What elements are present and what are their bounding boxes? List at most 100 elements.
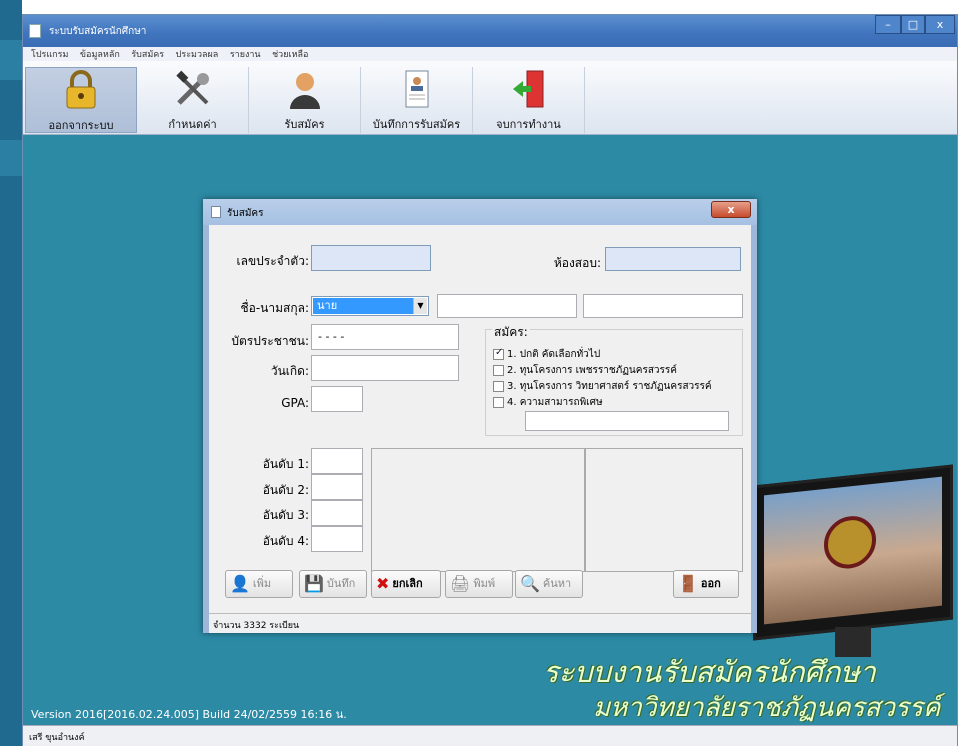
room-field[interactable]	[605, 247, 741, 271]
search-icon: 🔍	[520, 574, 540, 593]
apply-button[interactable]: รับสมัคร	[249, 67, 361, 133]
idcard-label: บัตรประชาชน:	[231, 334, 309, 348]
dialog-title: รับสมัคร	[227, 208, 264, 219]
monitor-illustration	[753, 464, 953, 641]
option-science-scholarship[interactable]: 3. ทุนโครงการ วิทยาศาสตร์ ราชภัฏนครสวรรค…	[493, 379, 712, 394]
status-bar: เสรี ขุนอำนงค์	[23, 725, 957, 746]
exit-app-button[interactable]: จบการทำงาน	[473, 67, 585, 133]
settings-button[interactable]: กำหนดค่า	[137, 67, 249, 133]
rank4-label: อันดับ 4:	[262, 534, 309, 548]
close-window-button[interactable]: x	[925, 15, 955, 34]
option-label: 1. ปกติ คัดเลือกทั่วไป	[507, 349, 601, 360]
record-count: จำนวน 3332 ระเบียน	[213, 621, 300, 631]
id-label: เลขประจำตัว:	[236, 254, 309, 268]
cancel-label: ยกเลิก	[392, 577, 423, 590]
option-regular[interactable]: 1. ปกติ คัดเลือกทั่วไป	[493, 347, 600, 362]
dialog-close-button[interactable]: x	[711, 201, 751, 218]
desktop-icon-strip	[0, 140, 22, 176]
app-window: ระบบรับสมัครนักศึกษา – □ x โปรแกรม ข้อมู…	[22, 14, 958, 746]
menu-help[interactable]: ช่วยเหลือ	[272, 48, 308, 62]
gpa-field[interactable]	[311, 386, 363, 412]
checkbox[interactable]	[493, 380, 504, 392]
search-button[interactable]: 🔍 ค้นหา	[515, 570, 583, 598]
save-button[interactable]: 💾 บันทึก	[299, 570, 367, 598]
exit-dialog-button[interactable]: 🚪 ออก	[673, 570, 739, 598]
add-label: เพิ่ม	[252, 577, 272, 590]
menu-bar: โปรแกรม ข้อมูลหลัก รับสมัคร ประมวลผล ราย…	[23, 47, 957, 61]
special-talent-field[interactable]	[525, 411, 729, 431]
status-user: เสรี ขุนอำนงค์	[29, 733, 85, 743]
exit-label: ออก	[700, 577, 721, 590]
exit-door-icon	[509, 69, 549, 108]
settings-label: กำหนดค่า	[168, 118, 217, 131]
university-emblem	[824, 513, 876, 572]
first-name-field[interactable]	[437, 294, 577, 318]
campus-photo	[764, 476, 942, 625]
menu-program[interactable]: โปรแกรม	[31, 48, 68, 62]
add-button[interactable]: 👤 เพิ่ม	[225, 570, 293, 598]
desktop-left-edge	[0, 0, 22, 746]
rank-names-panel	[371, 448, 585, 572]
printer-icon: 🖨	[450, 574, 471, 593]
dialog-icon	[211, 206, 221, 218]
dialog-status-bar: จำนวน 3332 ระเบียน	[209, 613, 751, 633]
maximize-button[interactable]: □	[901, 15, 925, 34]
menu-report[interactable]: รายงาน	[230, 48, 261, 62]
rank1-label: อันดับ 1:	[262, 457, 309, 471]
name-label: ชื่อ-นามสกุล:	[240, 301, 309, 315]
print-button[interactable]: 🖨 พิมพ์	[445, 570, 513, 598]
desktop-right-edge	[958, 0, 971, 746]
birth-label: วันเกิด:	[270, 364, 309, 378]
apply-dialog: รับสมัคร x เลขประจำตัว: ห้องสอบ: ชื่อ-นา…	[203, 199, 757, 633]
lock-icon	[61, 70, 101, 109]
logout-label: ออกจากระบบ	[48, 119, 114, 132]
logout-button[interactable]: ออกจากระบบ	[25, 67, 137, 133]
chevron-down-icon[interactable]: ▼	[413, 298, 427, 314]
tools-icon	[173, 69, 213, 107]
option-label: 4. ความสามารถพิเศษ	[507, 397, 603, 408]
menu-apply[interactable]: รับสมัคร	[131, 48, 164, 62]
checkbox[interactable]	[493, 364, 504, 376]
floppy-icon: 💾	[304, 574, 324, 593]
version-text: Version 2016[2016.02.24.005] Build 24/02…	[31, 708, 347, 721]
prefix-value: นาย	[313, 298, 413, 314]
record-label: บันทึกการรับสมัคร	[372, 118, 461, 131]
option-petch-scholarship[interactable]: 2. ทุนโครงการ เพชรราชภัฏนครสวรรค์	[493, 363, 677, 378]
toolbar: ออกจากระบบ กำหนดค่า รับสมัคร บันทึกการรั…	[23, 61, 957, 135]
id-field[interactable]	[311, 245, 431, 271]
desktop-icon-strip	[0, 40, 22, 80]
save-label: บันทึก	[326, 577, 356, 590]
idcard-field[interactable]: - - - -	[311, 324, 459, 350]
print-label: พิมพ์	[473, 577, 496, 590]
checkbox-checked[interactable]	[493, 347, 504, 360]
gpa-label: GPA:	[281, 396, 309, 410]
menu-process[interactable]: ประมวลผล	[176, 48, 219, 62]
cross-icon: ✖	[376, 574, 390, 593]
rank1-field[interactable]	[311, 448, 363, 474]
birthdate-field[interactable]	[311, 355, 459, 381]
last-name-field[interactable]	[583, 294, 743, 318]
search-label: ค้นหา	[542, 577, 572, 590]
apply-label: รับสมัคร	[284, 118, 325, 131]
option-label: 3. ทุนโครงการ วิทยาศาสตร์ ราชภัฏนครสวรรค…	[507, 381, 712, 392]
rank3-field[interactable]	[311, 500, 363, 526]
rank-details-panel	[585, 448, 743, 572]
dialog-title-bar[interactable]: รับสมัคร x	[203, 199, 757, 225]
title-bar[interactable]: ระบบรับสมัครนักศึกษา – □ x	[23, 15, 957, 47]
brand-subtitle: มหาวิทยาลัยราชภัฏนครสวรรค์	[593, 693, 941, 723]
minimize-button[interactable]: –	[875, 15, 901, 34]
exit-door-icon: 🚪	[678, 574, 698, 593]
menu-master-data[interactable]: ข้อมูลหลัก	[80, 48, 120, 62]
rank2-field[interactable]	[311, 474, 363, 500]
window-title: ระบบรับสมัครนักศึกษา	[49, 26, 147, 37]
record-button[interactable]: บันทึกการรับสมัคร	[361, 67, 473, 133]
prefix-select[interactable]: นาย ▼	[311, 296, 429, 316]
rank2-label: อันดับ 2:	[262, 483, 309, 497]
rank3-label: อันดับ 3:	[262, 508, 309, 522]
checkbox[interactable]	[493, 396, 504, 408]
cancel-button[interactable]: ✖ ยกเลิก	[371, 570, 441, 598]
option-special-talent[interactable]: 4. ความสามารถพิเศษ	[493, 395, 603, 410]
rank4-field[interactable]	[311, 526, 363, 552]
apply-group-title: สมัคร:	[492, 323, 530, 342]
option-label: 2. ทุนโครงการ เพชรราชภัฏนครสวรรค์	[507, 365, 677, 376]
